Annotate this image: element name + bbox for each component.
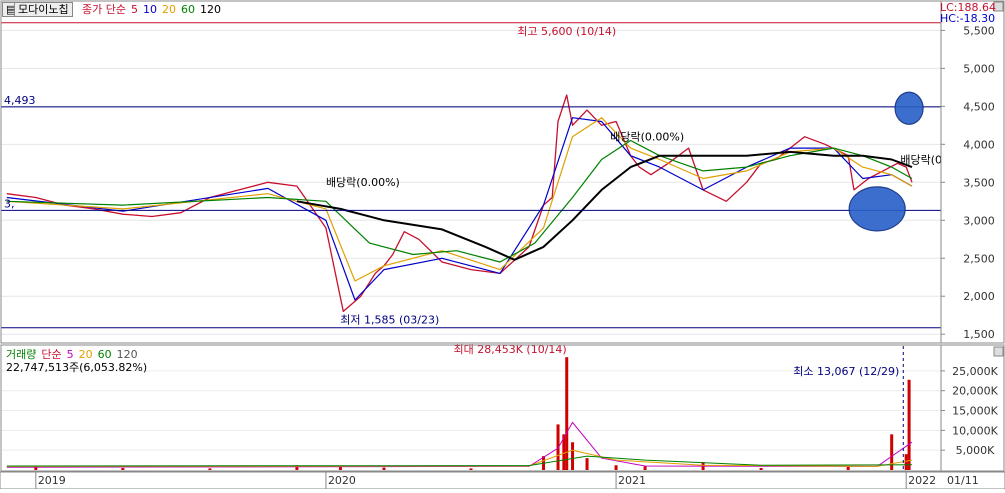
volume-bar: [121, 468, 125, 470]
price-annotation: 배당락(0.00%): [610, 131, 684, 144]
volume-bar: [614, 465, 618, 470]
chart-window: 4,493 3, 최고 5,600 (10/14) 최저 1,585 (03/23) 배…: [0, 0, 1005, 490]
volume-bar: [469, 468, 473, 470]
volume-panel-scroll-marker: [993, 346, 1004, 357]
volume-legend-item: 단순: [41, 348, 62, 361]
price-tick-label: 5,000: [963, 62, 995, 75]
volume-legend-item: 5: [66, 348, 74, 361]
volume-tick-label: 20,000K: [952, 385, 998, 398]
highlight-ellipse-bottom: [848, 186, 906, 232]
price-legend-item: 60: [180, 3, 195, 16]
price-legend-item: 120: [199, 3, 221, 16]
x-axis-panel: [0, 471, 1005, 490]
x-axis-right-label: 01/11: [947, 474, 979, 487]
x-tick-label: 2019: [38, 474, 66, 487]
x-tick-label: 2022: [908, 474, 936, 487]
price-legend-item: 5: [130, 3, 138, 16]
volume-bar: [208, 468, 212, 470]
price-legend-item: 종가 단순: [82, 3, 126, 16]
price-tick-label: 2,500: [963, 252, 995, 265]
volume-tick-label: 25,000K: [952, 365, 998, 378]
x-tick-label: 2021: [618, 474, 646, 487]
volume-annotation: 최소 13,067 (12/29): [793, 365, 899, 378]
volume-bar: [382, 467, 386, 470]
volume-legend-item: 120: [116, 348, 138, 361]
volume-bar: [585, 458, 589, 470]
reference-line-label: 4,493: [4, 94, 36, 107]
price-tick-label: 5,500: [963, 24, 995, 37]
volume-bar: [643, 466, 647, 470]
volume-legend-item: 60: [97, 348, 112, 361]
highlight-ellipse-top: [894, 91, 924, 125]
volume-tick-label: 5,000K: [956, 444, 995, 457]
price-tick-label: 1,500: [963, 328, 995, 341]
volume-bar: [846, 466, 850, 470]
stock-chart-canvas: 4,493 3, 최고 5,600 (10/14) 최저 1,585 (03/23) 배…: [0, 0, 1005, 490]
price-tick-label: 3,500: [963, 176, 995, 189]
price-annotation: 최저 1,585 (03/23): [340, 314, 439, 327]
price-tick-label: 4,000: [963, 138, 995, 151]
stock-name-button[interactable]: 모다이노칩: [14, 2, 73, 17]
volume-bar: [571, 442, 575, 470]
volume-bar: [759, 468, 763, 470]
chart-background: [0, 0, 1005, 489]
volume-tick-label: 15,000K: [952, 405, 998, 418]
price-tick-label: 3,000: [963, 214, 995, 227]
price-annotation: 최고 5,600 (10/14): [517, 25, 616, 38]
volume-bar: [907, 379, 911, 470]
price-legend-item: 10: [142, 3, 157, 16]
volume-bar: [904, 454, 908, 470]
volume-legend-item: 거래량: [6, 348, 37, 361]
price-tick-label: 2,000: [963, 290, 995, 303]
x-tick-label: 2020: [328, 474, 356, 487]
volume-legend-item: 20: [78, 348, 93, 361]
price-legend: 종가 단순 5 10 20 60 120: [82, 3, 226, 16]
volume-info-text: 22,747,513주(6,053.82%): [6, 361, 148, 374]
hc-readout: HC:-18.30: [940, 12, 996, 25]
price-tick-label: 4,500: [963, 100, 995, 113]
price-annotation: 배당락(0.00%): [326, 176, 400, 189]
price-legend-item: 20: [161, 3, 176, 16]
volume-legend: 거래량 단순 5 20 60 120: [6, 348, 143, 361]
volume-tick-label: 10,000K: [952, 424, 998, 437]
reference-line-label: 3,: [4, 197, 15, 210]
